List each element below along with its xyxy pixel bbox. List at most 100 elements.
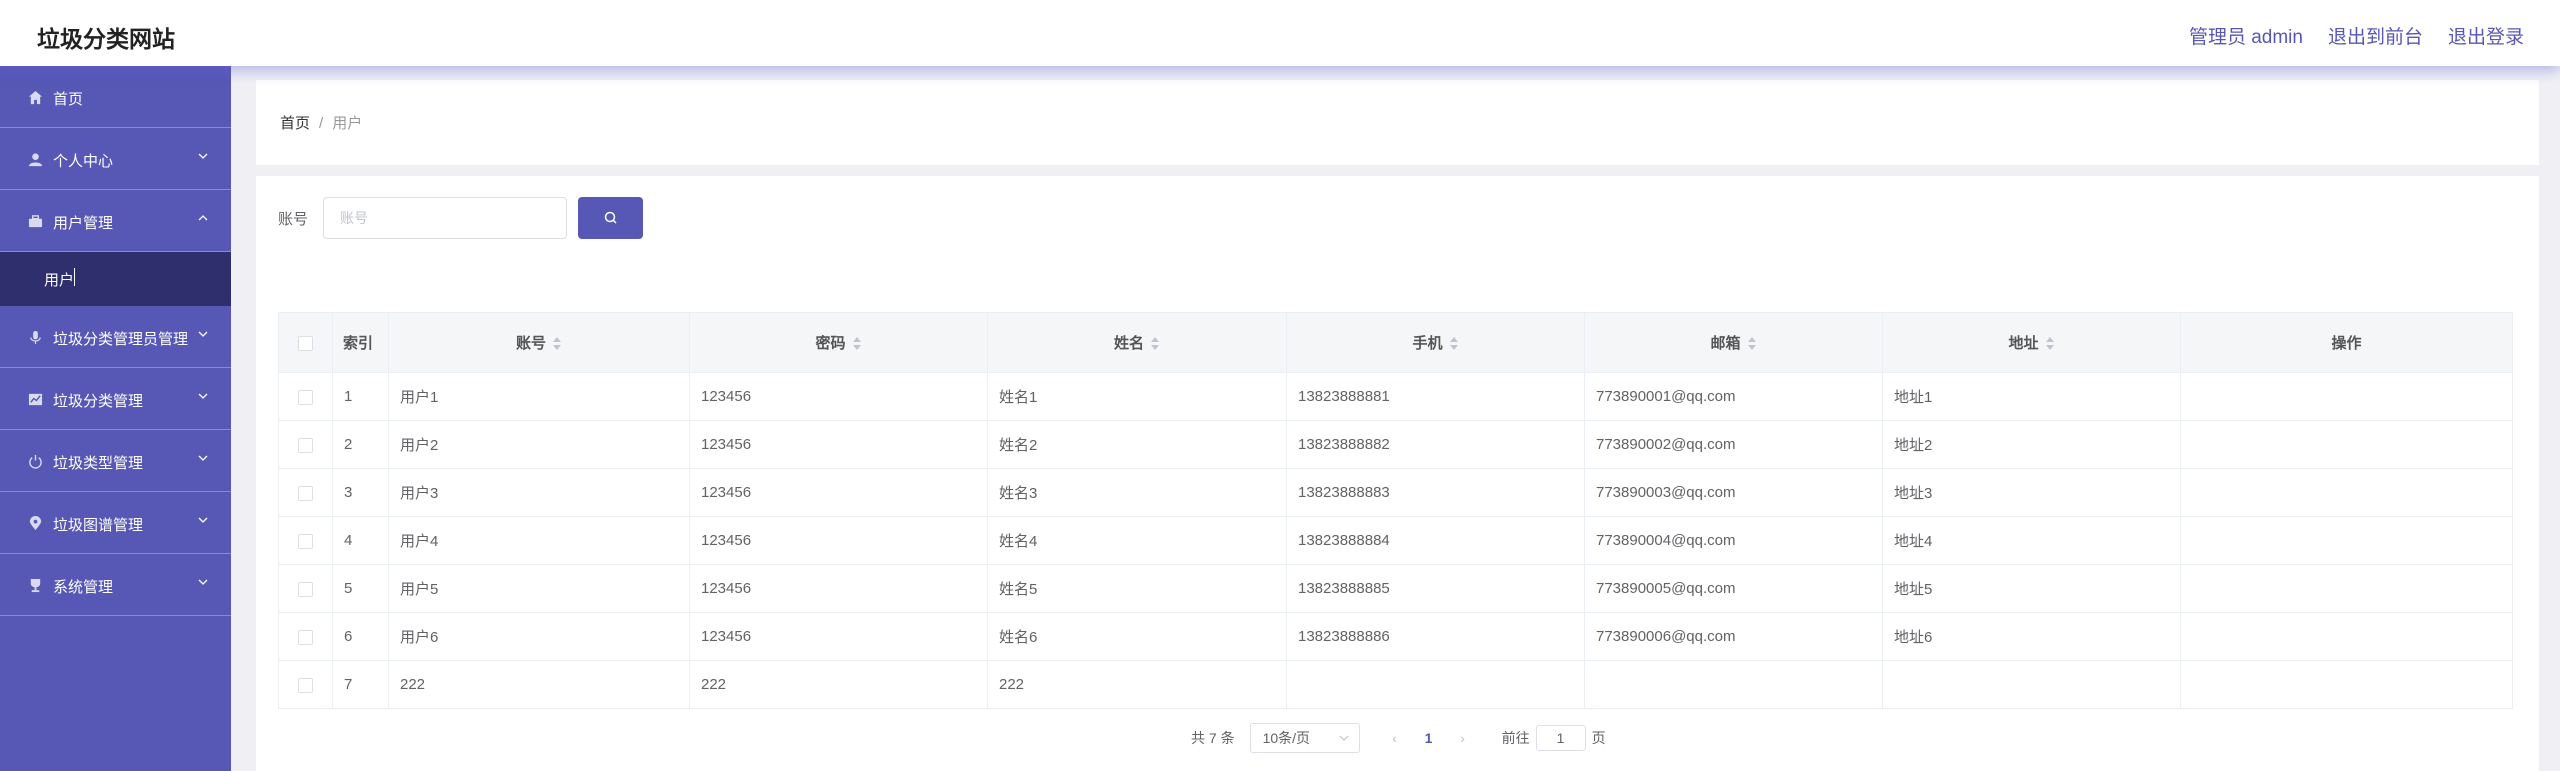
sidebar-item-label: 垃圾图谱管理 [53,517,144,534]
home-icon [28,90,43,105]
pagination-total: 共 7 条 [1191,730,1235,746]
row-checkbox[interactable] [298,677,313,693]
cell-index: 2 [332,420,389,469]
column-header-address[interactable]: 地址 [1882,312,2181,373]
cell-account: 用户2 [388,420,690,469]
row-checkbox[interactable] [298,437,313,453]
header-links: 管理员 admin 退出到前台 退出登录 [2189,22,2524,49]
column-header-email[interactable]: 邮箱 [1584,312,1883,373]
cell-password: 123456 [689,612,988,661]
search-button[interactable] [578,197,643,239]
select-all-checkbox[interactable] [298,335,313,351]
column-header-label: 邮箱 [1710,335,1741,352]
row-select-cell [278,468,333,517]
sidebar-item-label: 用户 [44,272,75,289]
breadcrumb: 首页 / 用户 [280,112,362,133]
row-checkbox[interactable] [298,389,313,405]
column-header-label: 地址 [2008,335,2039,352]
chevron-up-icon [198,215,208,221]
cell-name: 姓名6 [987,612,1287,661]
cell-address: 地址1 [1882,372,2181,421]
cell-name: 姓名5 [987,564,1287,613]
page-number-current[interactable]: 1 [1414,730,1444,746]
row-checkbox[interactable] [298,533,313,549]
row-select-cell [278,372,333,421]
sort-caret-icon[interactable] [552,337,562,351]
sidebar-subitem-users[interactable]: 用户 [0,252,231,306]
table-body: 1 用户1 123456 姓名1 13823888881 773890001@qq.com… [278,372,2513,709]
sort-caret-icon[interactable] [852,337,862,351]
cell-actions [2180,372,2513,421]
sidebar-item-user-management[interactable]: 用户管理 [0,190,231,252]
table-row: 7 222 222 222 [278,660,2513,709]
prev-page-button[interactable]: ‹ [1380,730,1410,746]
column-header-name[interactable]: 姓名 [987,312,1287,373]
table-row: 4 用户4 123456 姓名4 13823888884 773890004@qq.com… [278,516,2513,565]
column-header-password[interactable]: 密码 [689,312,988,373]
chevron-down-icon [198,331,208,337]
sidebar-item-label: 个人中心 [53,153,114,170]
cell-password: 123456 [689,516,988,565]
cell-password: 123456 [689,372,988,421]
cell-address [1882,660,2181,709]
page-suffix: 页 [1591,730,1606,746]
cell-address: 地址5 [1882,564,2181,613]
column-header-account[interactable]: 账号 [388,312,690,373]
page-size-select[interactable]: 10条/页 [1249,723,1360,753]
table-row: 3 用户3 123456 姓名3 13823888883 773890003@qq.com… [278,468,2513,517]
sidebar-item-garbage-atlas[interactable]: 垃圾图谱管理 [0,492,231,554]
next-page-button[interactable]: › [1448,730,1478,746]
chart-icon [28,393,43,406]
sort-caret-icon[interactable] [1449,337,1459,351]
cell-index: 5 [332,564,389,613]
search-label: 账号 [278,211,309,228]
cell-account: 用户3 [388,468,690,517]
sidebar-item-label: 系统管理 [53,579,114,596]
cell-index: 3 [332,468,389,517]
account-search-input[interactable] [323,197,567,239]
breadcrumb-home[interactable]: 首页 [280,115,310,132]
table-row: 1 用户1 123456 姓名1 13823888881 773890001@qq.com… [278,372,2513,421]
sidebar-item-personal-center[interactable]: 个人中心 [0,128,231,190]
logout-link[interactable]: 退出登录 [2448,22,2524,49]
page-size-value: 10条/页 [1262,730,1311,746]
cell-address: 地址3 [1882,468,2181,517]
row-select-cell [278,660,333,709]
sort-caret-icon[interactable] [2045,337,2055,351]
sidebar-item-system-management[interactable]: 系统管理 [0,554,231,616]
column-header-phone[interactable]: 手机 [1286,312,1585,373]
cell-name: 姓名2 [987,420,1287,469]
sidebar-item-garbage-classification[interactable]: 垃圾分类管理 [0,368,231,430]
cell-email [1584,660,1883,709]
admin-label[interactable]: 管理员 admin [2189,22,2303,49]
cell-email: 773890004@qq.com [1584,516,1883,565]
chevron-down-icon [198,153,208,159]
row-checkbox[interactable] [298,629,313,645]
select-all-cell [278,312,333,373]
cell-phone: 13823888883 [1286,468,1585,517]
sidebar: 首页 个人中心 用户管理 用户 垃圾分类管理员管理 垃圾分类管理 垃圾类型管理 … [0,66,231,771]
sidebar-item-garbage-admin-management[interactable]: 垃圾分类管理员管理 [0,306,231,368]
breadcrumb-card: 首页 / 用户 [256,80,2539,165]
breadcrumb-current: 用户 [332,115,363,132]
power-icon [29,454,42,469]
sort-caret-icon[interactable] [1747,337,1757,351]
user-icon [28,153,43,167]
goto-label: 前往 [1501,730,1530,746]
row-checkbox[interactable] [298,581,313,597]
row-select-cell [278,564,333,613]
cell-name: 222 [987,660,1287,709]
cell-actions [2180,564,2513,613]
sidebar-item-garbage-type[interactable]: 垃圾类型管理 [0,430,231,492]
column-header-label: 操作 [2331,335,2362,352]
sidebar-item-home[interactable]: 首页 [0,66,231,128]
chevron-down-icon [1339,735,1349,741]
cell-phone [1286,660,1585,709]
cell-email: 773890002@qq.com [1584,420,1883,469]
row-checkbox[interactable] [298,485,313,501]
goto-page-input[interactable] [1535,725,1586,751]
cell-address: 地址6 [1882,612,2181,661]
pagination: 共 7 条 10条/页 ‹ 1 › 前往 页 [1191,723,1606,753]
exit-to-frontend-link[interactable]: 退出到前台 [2328,22,2423,49]
sort-caret-icon[interactable] [1150,337,1160,351]
